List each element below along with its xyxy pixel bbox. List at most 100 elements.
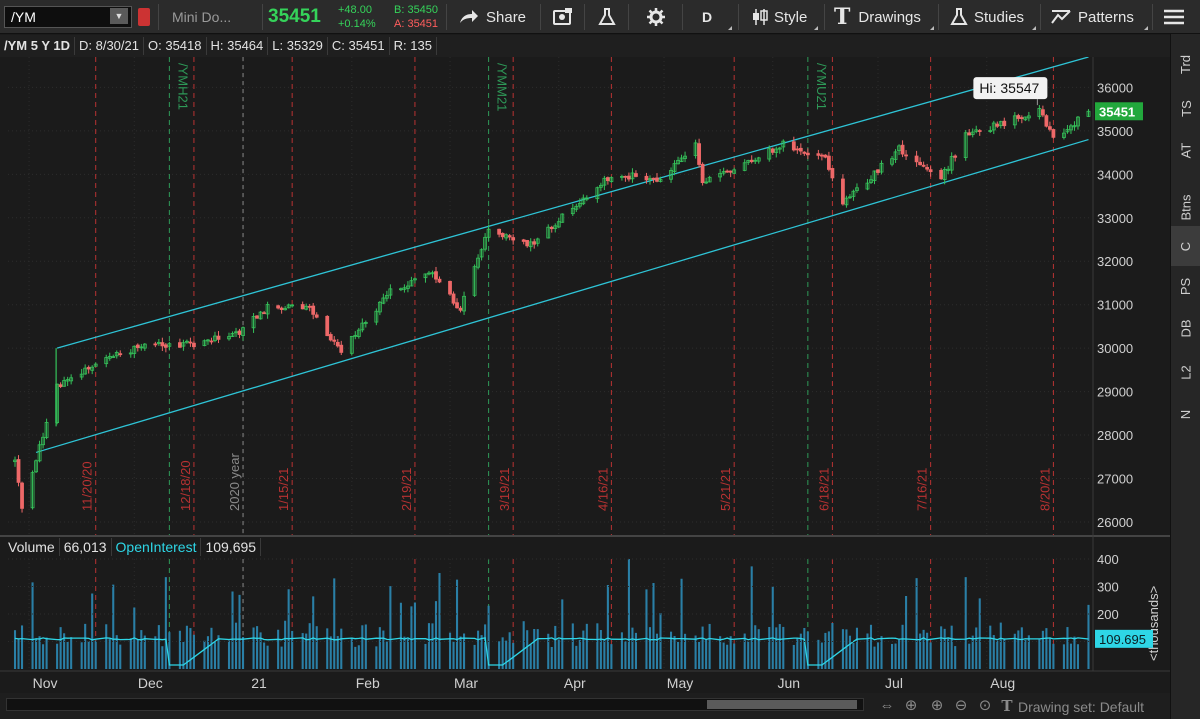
drawing-set-selector[interactable]: Drawing set: Default [1018,699,1144,715]
candle-body [827,155,831,170]
flask-icon [950,8,968,25]
text-tool-icon: T [834,4,851,30]
toolbar-divider [1152,4,1153,30]
price-tick-label: 32000 [1097,254,1133,269]
snapshot-button[interactable] [552,0,574,34]
scrollbar-thumb[interactable] [707,700,857,709]
candle-body [921,164,926,167]
date-marker-label: 2/19/21 [399,468,414,511]
text-tool-icon[interactable]: T [998,697,1016,715]
toolbar-divider [584,4,585,30]
date-marker-label: 1/15/21 [276,468,291,511]
candle-body [549,226,554,230]
bar-low: L: 35329 [268,37,328,55]
crosshair-icon[interactable]: ⊕ [902,697,920,715]
horizontal-scrollbar[interactable] [6,698,864,711]
volume-tick-label: 300 [1097,580,1119,595]
tab-label: TS [1178,99,1194,117]
volume-label[interactable]: Volume [4,538,60,556]
candle-body [819,154,824,157]
toolbar-divider [446,4,447,30]
zoom-out-icon[interactable]: ⊖ [952,697,970,715]
period-selector[interactable]: D [702,0,712,34]
studies-button[interactable]: Studies [950,0,1024,34]
settings-button[interactable] [646,0,666,34]
candle-body [178,342,182,348]
candle-body [311,305,316,315]
symbol-dropdown-icon[interactable]: ▼ [110,8,128,24]
volume-value: 66,013 [60,538,112,556]
current-price-tag-label: 35451 [1099,104,1135,119]
bottom-bar: ⇔ ⊕ ⊕ ⊖ ⊙ T Drawing set: Default [0,693,1170,719]
price-tick-label: 27000 [1097,472,1133,487]
candle-body [697,143,701,165]
candle-body [1019,117,1024,119]
chart-symbol[interactable]: /YM 5 Y 1D [0,37,75,55]
candle-body [728,170,733,173]
candle-body [1048,126,1052,130]
tab-l2[interactable]: L2 [1171,352,1200,392]
toolbar-divider [628,4,629,30]
tab-n[interactable]: N [1171,394,1200,434]
toolbar-divider [158,4,159,30]
time-tick-label: Jun [777,675,800,691]
menu-button[interactable] [1162,0,1186,34]
tab-label: N [1178,409,1194,419]
toolbar-divider [938,4,939,30]
candle-body [634,173,638,177]
share-button[interactable]: Share [458,0,526,34]
tab-ts[interactable]: TS [1171,88,1200,128]
flask-button[interactable] [598,0,616,34]
candle-body [160,342,165,347]
candlestick-icon [753,9,768,25]
bar-range: R: 135 [390,37,437,55]
time-tick-label: Dec [138,675,163,691]
price-tick-label: 34000 [1097,167,1133,182]
tab-trd[interactable]: Trd [1171,44,1200,84]
candle-body [335,341,340,347]
studies-label: Studies [974,8,1025,26]
date-marker-label: /YMH21 [175,63,190,110]
candle-body [276,305,281,309]
dropdown-corner-icon [728,26,732,30]
toolbar-divider [540,4,541,30]
tab-at[interactable]: AT [1171,130,1200,170]
candle-body [700,163,705,184]
date-marker-label: 2020 year [227,453,242,511]
candle-body [816,153,821,156]
pan-icon[interactable]: ⇔ [878,697,896,715]
link-color-icon[interactable] [138,8,150,26]
candle-body [939,169,944,180]
candle-body [830,168,835,179]
candle-body [458,307,463,311]
candle-body [823,154,828,158]
tab-label: PS [1178,277,1194,295]
tab-label: L2 [1178,364,1194,380]
price-chart[interactable]: 11/20/20/YMH21 12/18/20 2020 year 1/15/21 2/… [0,35,1170,693]
tab-btns[interactable]: Btns [1171,182,1200,232]
open-interest-label[interactable]: OpenInterest [112,538,202,556]
tab-c[interactable]: C [1171,226,1200,266]
style-button[interactable]: Style [750,0,807,34]
patterns-button[interactable]: Patterns [1050,0,1134,34]
candle-body [841,178,845,205]
time-tick-label: Apr [564,675,586,691]
drawings-button[interactable]: T Drawings [834,0,921,34]
zoom-fit-icon[interactable]: ⊙ [976,697,994,715]
candle-body [1016,115,1021,119]
tab-label: Trd [1178,54,1194,74]
candle-body [805,152,810,156]
candle-body [795,148,800,151]
zoom-in-icon[interactable]: ⊕ [928,697,946,715]
price-tick-label: 30000 [1097,341,1133,356]
candle-body [655,177,659,182]
tab-db[interactable]: DB [1171,308,1200,348]
bar-close: C: 35451 [328,37,390,55]
percent-change: +0.14% [338,18,376,30]
candle-body [497,228,502,235]
candle-body [255,315,259,319]
tab-ps[interactable]: PS [1171,266,1200,306]
drawings-label: Drawings [858,8,921,26]
high-annotation-label: Hi: 35547 [979,80,1039,96]
candle-body [328,334,333,341]
